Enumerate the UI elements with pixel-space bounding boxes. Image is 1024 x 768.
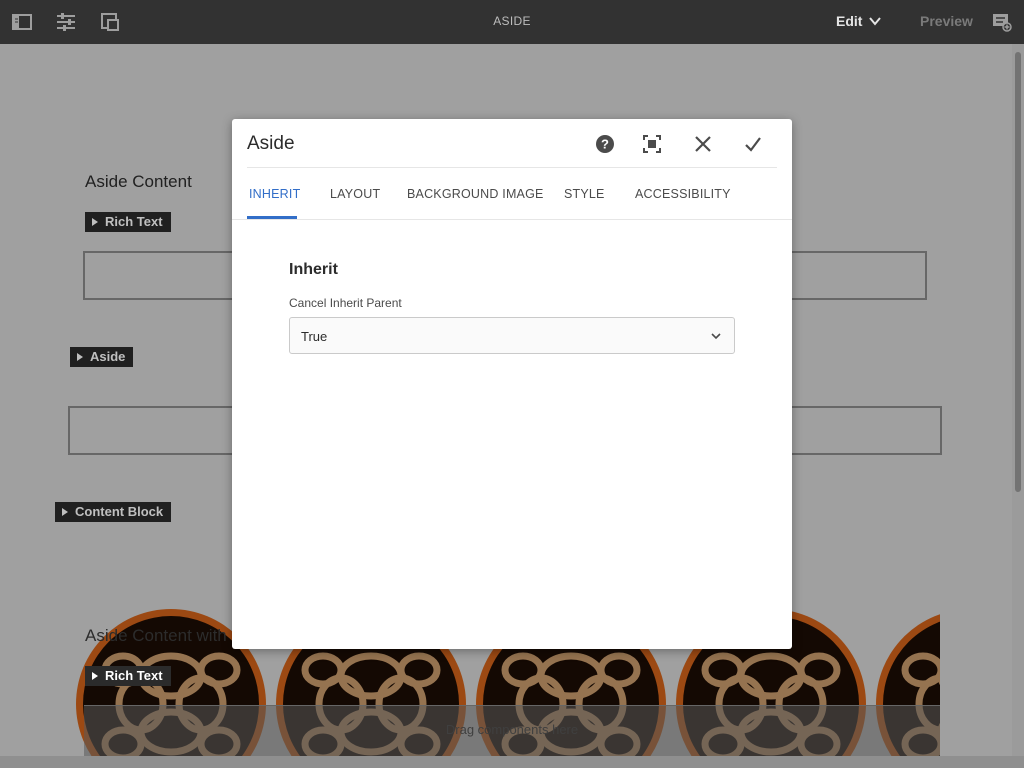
checkmark-icon[interactable] — [740, 131, 766, 157]
dialog-title: Aside — [247, 133, 295, 154]
properties-sliders-icon[interactable] — [56, 12, 76, 32]
field-label: Cancel Inherit Parent — [289, 296, 402, 310]
active-tab-indicator — [247, 216, 297, 219]
cancel-inherit-parent-select[interactable]: True — [289, 317, 735, 354]
tab-layout[interactable]: LAYOUT — [330, 187, 380, 201]
dialog-tabs: INHERIT LAYOUT BACKGROUND IMAGE STYLE AC… — [232, 168, 792, 220]
editor-toolbar: ASIDE Edit Preview — [0, 0, 1024, 44]
tab-inherit[interactable]: INHERIT — [249, 187, 300, 201]
section-title: Inherit — [289, 261, 338, 278]
tab-style[interactable]: STYLE — [564, 187, 605, 201]
chevron-down-icon — [710, 329, 722, 347]
aside-content-with-heading: Aside Content with — [85, 626, 227, 645]
edit-mode-label[interactable]: Edit — [836, 13, 862, 29]
close-icon[interactable] — [690, 131, 716, 157]
aside-properties-dialog: Aside ? INHERIT LAYOUT BACKGROUND IMAGE … — [232, 119, 792, 649]
emulator-icon[interactable] — [100, 12, 120, 32]
preview-button[interactable]: Preview — [920, 13, 973, 29]
help-icon[interactable]: ? — [592, 131, 618, 157]
tab-accessibility[interactable]: ACCESSIBILITY — [635, 187, 731, 201]
fullscreen-icon[interactable] — [639, 131, 665, 157]
select-value: True — [301, 329, 328, 344]
sidebar-toggle-icon[interactable] — [12, 12, 32, 32]
svg-text:?: ? — [601, 137, 609, 152]
annotations-icon[interactable] — [992, 12, 1012, 32]
rich-text-component-tag-2[interactable]: Rich Text — [85, 666, 171, 686]
tab-background-image[interactable]: BACKGROUND IMAGE — [407, 187, 544, 201]
chevron-down-icon[interactable] — [868, 14, 882, 33]
